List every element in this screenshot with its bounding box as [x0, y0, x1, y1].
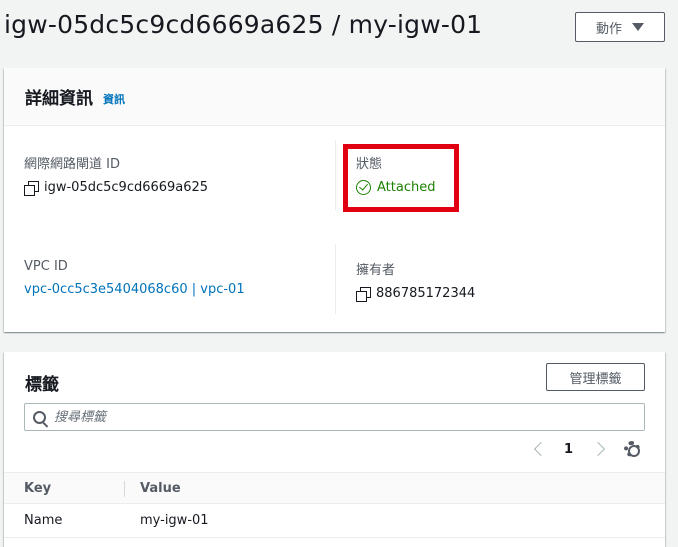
owner-field: 擁有者 886785172344 — [356, 259, 476, 302]
details-title: 詳細資訊 — [25, 89, 93, 109]
details-panel: 詳細資訊 資訊 網際網路閘道 ID igw-05dc5c9cd6669a625 … — [4, 68, 665, 332]
tags-title: 標籤 — [25, 375, 59, 395]
vpc-id-label: VPC ID — [24, 259, 68, 274]
column-divider — [335, 244, 336, 314]
table-header: Key Value — [4, 472, 665, 504]
igw-id-value-row: igw-05dc5c9cd6669a625 — [24, 180, 209, 196]
column-header-value[interactable]: Value — [140, 481, 181, 496]
tags-panel: 標籤 管理標籤 1 Key Value Name my-igw-01 — [4, 352, 665, 547]
tag-value-cell: my-igw-01 — [140, 513, 209, 528]
tag-key-cell: Name — [24, 513, 63, 528]
column-divider — [335, 140, 336, 210]
caret-down-icon — [632, 23, 644, 31]
copy-icon[interactable] — [356, 286, 371, 302]
owner-value: 886785172344 — [376, 286, 476, 301]
tag-search-input[interactable] — [54, 409, 614, 425]
copy-icon[interactable] — [24, 180, 39, 196]
owner-label: 擁有者 — [356, 263, 396, 278]
vpc-id-value-row: vpc-0cc5c3e5404068c60 | vpc-01 — [24, 282, 245, 297]
igw-id-label: 網際網路閘道 ID — [24, 157, 120, 172]
details-header: 詳細資訊 資訊 — [4, 68, 665, 126]
actions-button[interactable]: 動作 — [575, 12, 665, 42]
actions-button-label: 動作 — [595, 21, 622, 37]
chevron-right-icon[interactable] — [590, 441, 606, 457]
tags-table: Key Value Name my-igw-01 — [4, 472, 665, 538]
table-row: Name my-igw-01 — [4, 504, 665, 538]
page-number[interactable]: 1 — [564, 442, 573, 457]
igw-id-value: igw-05dc5c9cd6669a625 — [44, 180, 209, 195]
page-title: igw-05dc5c9cd6669a625 / my-igw-01 — [4, 10, 483, 39]
column-resizer[interactable] — [124, 481, 125, 497]
owner-value-row: 886785172344 — [356, 286, 476, 302]
search-icon — [33, 410, 46, 424]
vpc-id-field: VPC ID vpc-0cc5c3e5404068c60 | vpc-01 — [24, 259, 245, 297]
vpc-id-link[interactable]: vpc-0cc5c3e5404068c60 | vpc-01 — [24, 282, 245, 297]
info-link[interactable]: 資訊 — [103, 91, 125, 107]
gear-icon[interactable] — [624, 441, 640, 457]
chevron-left-icon[interactable] — [533, 441, 549, 457]
tag-search-box — [24, 403, 645, 431]
igw-id-field: 網際網路閘道 ID igw-05dc5c9cd6669a625 — [24, 153, 209, 196]
column-header-key[interactable]: Key — [24, 481, 51, 496]
pagination: 1 — [528, 437, 606, 461]
manage-tags-button[interactable]: 管理標籤 — [546, 363, 645, 391]
highlight-box — [343, 144, 459, 212]
